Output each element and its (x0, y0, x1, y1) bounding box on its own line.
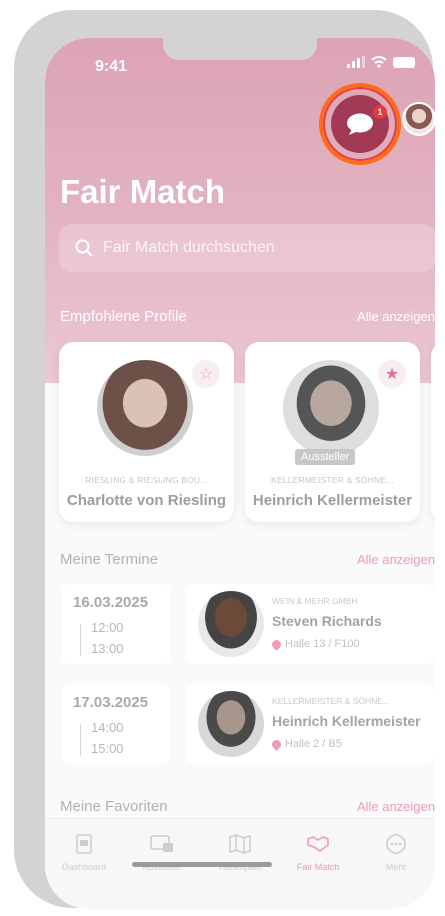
chat-highlight-ring: 1 (319, 83, 401, 165)
recommended-title: Empfohlene Profile (60, 308, 187, 325)
appointment-company: KELLERMEISTER & SÖHNE... (272, 696, 391, 706)
appointment-end: 13:00 (91, 641, 124, 656)
time-connector (80, 624, 81, 656)
appointment-end: 15:00 (91, 741, 124, 756)
tab-label: Fair Match (296, 862, 340, 872)
app-screen: 9:41 1 Fair Match Fair Match durchsuchen… (45, 38, 435, 909)
favorite-star-icon[interactable]: ★ (378, 360, 406, 388)
chat-badge: 1 (373, 105, 387, 119)
more-icon (386, 834, 406, 854)
chat-button[interactable]: 1 (331, 95, 389, 153)
exhibitor-tag: Aussteller (295, 449, 356, 465)
battery-icon (393, 56, 415, 68)
appointment-company: WEIN & MEHR GMBH (272, 596, 358, 606)
exhibitor-icon (150, 835, 173, 852)
appointment-name: Steven Richards (272, 613, 382, 629)
appointment-location: Halle 13 / F100 (270, 637, 360, 651)
appointment-card[interactable]: WEIN & MEHR GMBH Steven Richards Halle 1… (185, 584, 435, 664)
appointment-location-text: Halle 13 / F100 (285, 638, 360, 650)
profile-card[interactable]: ☆ RIESLING & RIESLING BOU... Charlotte v… (59, 342, 234, 522)
profile-name: Heinrich Kellermeister (252, 492, 413, 509)
profile-card[interactable]: ★ Aussteller KELLERMEISTER & SÖHNE... He… (245, 342, 420, 522)
location-pin-icon (270, 737, 283, 751)
favorites-title: Meine Favoriten (60, 798, 168, 815)
status-icons (347, 56, 415, 68)
favorites-show-all[interactable]: Alle anzeigen (357, 799, 435, 814)
time-connector (80, 724, 81, 756)
search-placeholder: Fair Match durchsuchen (103, 239, 275, 256)
tab-fair-match[interactable]: Fair Match (279, 833, 357, 872)
search-input[interactable]: Fair Match durchsuchen (59, 224, 435, 272)
tab-more[interactable]: Mehr (357, 833, 435, 872)
recommended-header: Empfohlene Profile Alle anzeigen (60, 308, 435, 325)
home-indicator (132, 862, 272, 867)
signal-icon (347, 56, 365, 68)
profile-company: RIESLING & RIESLING BOU... (85, 475, 208, 485)
favorite-star-icon[interactable]: ☆ (192, 360, 220, 388)
appointment-card[interactable]: KELLERMEISTER & SÖHNE... Heinrich Keller… (185, 684, 435, 764)
wifi-icon (371, 56, 387, 68)
dashboard-icon (76, 834, 92, 854)
appointment-avatar (198, 691, 264, 757)
location-pin-icon (270, 637, 283, 651)
appointment-date: 17.03.2025 14:00 15:00 (61, 684, 171, 764)
profile-company: KELLERMEISTER & SÖHNE... (271, 475, 394, 485)
appointment-date: 16.03.2025 12:00 13:00 (61, 584, 171, 664)
profile-card-partial[interactable] (431, 342, 435, 522)
search-icon (75, 239, 93, 257)
handshake-icon (307, 836, 329, 852)
appointment-start: 14:00 (91, 720, 124, 735)
map-icon (229, 834, 251, 854)
profile-photo (97, 360, 193, 456)
tab-label: Mehr (385, 862, 407, 872)
profile-photo (283, 360, 379, 456)
status-time: 9:41 (95, 58, 128, 75)
appointment-date-text: 17.03.2025 (73, 694, 149, 711)
appointments-header: Meine Termine Alle anzeigen (60, 551, 435, 568)
appointment-location: Halle 2 / B5 (270, 737, 342, 751)
recommended-show-all[interactable]: Alle anzeigen (357, 309, 435, 324)
phone-frame: 9:41 1 Fair Match Fair Match durchsuchen… (14, 10, 435, 909)
page-title: Fair Match (60, 173, 226, 210)
appointment-location-text: Halle 2 / B5 (285, 738, 342, 750)
device-notch (163, 38, 317, 60)
chat-bubble-icon (347, 113, 373, 135)
appointment-start: 12:00 (91, 620, 124, 635)
profile-name: Charlotte von Riesling (66, 492, 227, 509)
appointments-title: Meine Termine (60, 551, 159, 568)
appointment-name: Heinrich Kellermeister (272, 713, 421, 729)
appointment-avatar (198, 591, 264, 657)
user-avatar[interactable] (402, 102, 435, 136)
appointments-show-all[interactable]: Alle anzeigen (357, 552, 435, 567)
appointment-date-text: 16.03.2025 (73, 594, 149, 611)
tab-label: Dashboard (61, 862, 107, 872)
tab-dashboard[interactable]: Dashboard (45, 833, 123, 872)
favorites-header: Meine Favoriten Alle anzeigen (60, 798, 435, 815)
